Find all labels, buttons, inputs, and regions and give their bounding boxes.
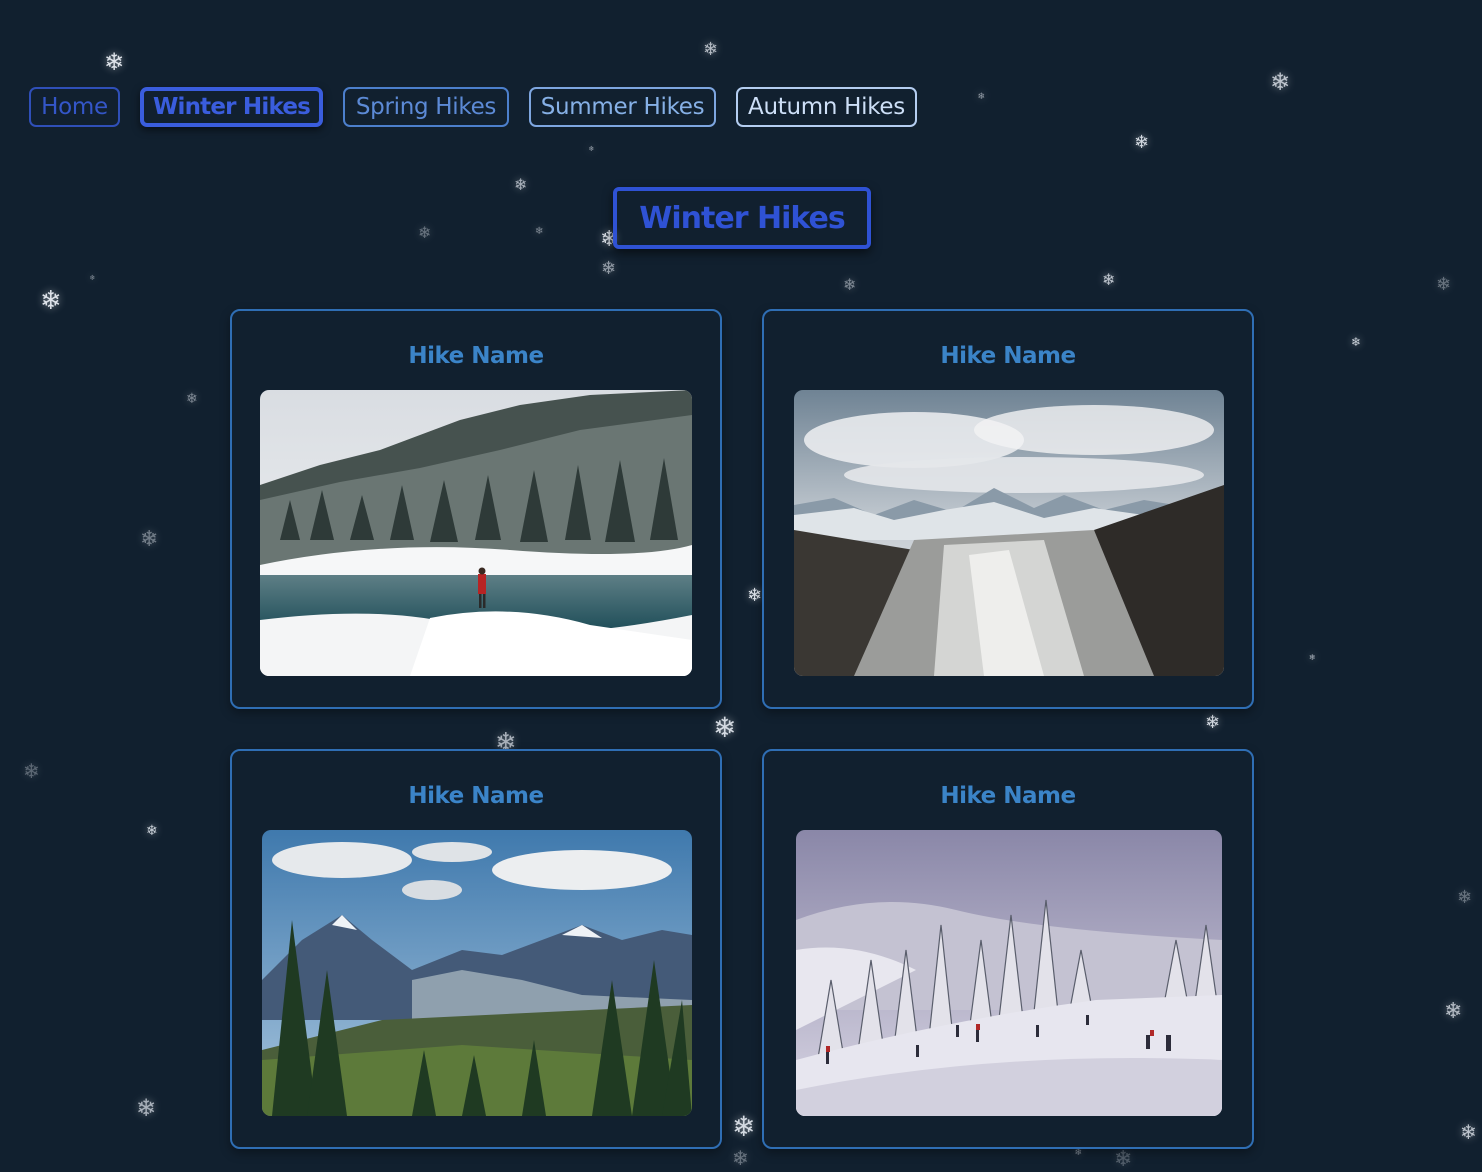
snowflake-icon: ❄	[535, 226, 544, 237]
snowflake-icon: ❄	[732, 1110, 756, 1143]
snowflake-icon: ❄	[1270, 68, 1291, 96]
snowflake-icon: ❄	[186, 391, 198, 407]
snowflake-icon: ❄	[136, 1094, 157, 1122]
snowflake-icon: ❄	[89, 273, 96, 282]
hike-card[interactable]: Hike Name	[230, 309, 722, 709]
snowflake-icon: ❄	[601, 258, 617, 279]
snowflake-icon: ❄	[1460, 1120, 1477, 1144]
hike-card[interactable]: Hike Name	[230, 749, 722, 1149]
nav-summer-hikes-button[interactable]: Summer Hikes	[529, 87, 716, 127]
hike-name: Hike Name	[408, 783, 544, 809]
snowflake-icon: ❄	[1436, 274, 1452, 295]
snowflake-icon: ❄	[588, 144, 595, 153]
snowflake-icon: ❄	[1309, 653, 1316, 662]
hike-name: Hike Name	[408, 343, 544, 369]
hike-card[interactable]: Hike Name	[762, 749, 1254, 1149]
hike-photo-ski-slope	[796, 830, 1222, 1116]
nav-home-button[interactable]: Home	[29, 87, 120, 127]
snowflake-icon: ❄	[1074, 1147, 1083, 1158]
snowflake-icon: ❄	[1205, 712, 1221, 733]
hike-name: Hike Name	[940, 343, 1076, 369]
hike-photo-snowy-forest-lake	[260, 390, 692, 676]
hike-name: Hike Name	[940, 783, 1076, 809]
snowflake-icon: ❄	[1102, 270, 1116, 289]
hike-card[interactable]: Hike Name	[762, 309, 1254, 709]
page-title: Winter Hikes	[613, 187, 871, 249]
snowflake-icon: ❄	[703, 39, 719, 60]
snowflake-icon: ❄	[977, 91, 986, 102]
snowflake-icon: ❄	[140, 527, 159, 552]
snowflake-icon: ❄	[843, 275, 857, 294]
snowflake-icon: ❄	[732, 1146, 749, 1170]
snowflake-icon: ❄	[23, 759, 40, 783]
snowflake-icon: ❄	[40, 286, 62, 316]
snowflake-icon: ❄	[104, 48, 125, 76]
snowflake-icon: ❄	[1351, 335, 1362, 349]
snowflake-icon: ❄	[1114, 1147, 1133, 1172]
nav-spring-hikes-button[interactable]: Spring Hikes	[343, 87, 509, 127]
hike-photo-glacier-valley	[794, 390, 1224, 676]
nav-winter-hikes-button[interactable]: Winter Hikes	[140, 87, 323, 127]
snowflake-icon: ❄	[1134, 132, 1150, 153]
nav-autumn-hikes-button[interactable]: Autumn Hikes	[736, 87, 917, 127]
snowflake-icon: ❄	[514, 175, 528, 194]
snowflake-icon: ❄	[1457, 887, 1473, 908]
snowflake-icon: ❄	[418, 223, 432, 242]
snowflake-icon: ❄	[747, 585, 763, 606]
hike-photo-mountain-valley	[262, 830, 692, 1116]
snowflake-icon: ❄	[713, 711, 737, 744]
snowflake-icon: ❄	[146, 823, 158, 839]
snowflake-icon: ❄	[1444, 999, 1463, 1024]
